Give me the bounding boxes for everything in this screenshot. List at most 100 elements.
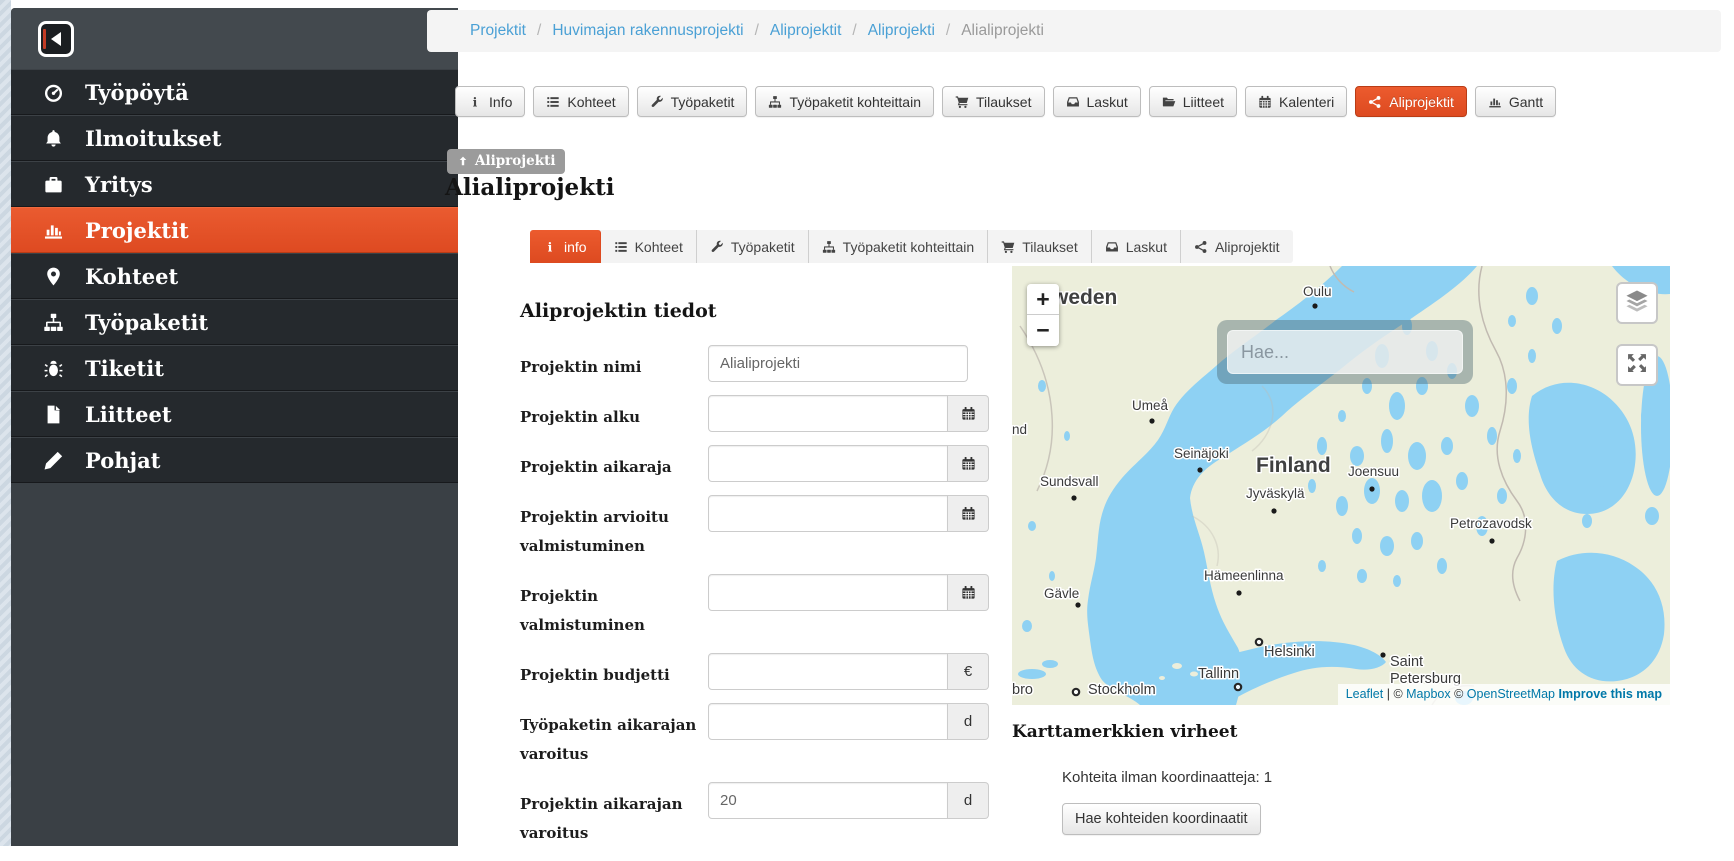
sidebar-item-projektit[interactable]: Projektit bbox=[11, 207, 458, 253]
field-group: d bbox=[708, 782, 989, 848]
label: Työpaketit kohteittain bbox=[843, 239, 975, 255]
field-label: Työpaketin aikarajan varoitus bbox=[520, 703, 708, 769]
label: Kohteet bbox=[567, 94, 615, 110]
breadcrumb-link-projektit[interactable]: Projektit bbox=[470, 22, 526, 40]
toolbar-button-gantt[interactable]: Gantt bbox=[1475, 86, 1556, 117]
tab-aliprojektit[interactable]: Aliprojektit bbox=[1181, 230, 1293, 263]
map-dot-jyv-skyl bbox=[1271, 508, 1276, 513]
zoom-in-button[interactable]: + bbox=[1027, 284, 1059, 315]
field-input-projektin-budjetti[interactable] bbox=[708, 653, 948, 690]
collapse-sidebar-button[interactable] bbox=[38, 21, 74, 57]
map-attribution: Leaflet | © Mapbox © OpenStreetMap Impro… bbox=[1338, 684, 1670, 705]
map-dot-sundsvall bbox=[1071, 495, 1076, 500]
map-dot-petrozavodsk bbox=[1489, 538, 1494, 543]
field-group bbox=[708, 495, 989, 561]
sidebar-item-ty-paketit[interactable]: Työpaketit bbox=[11, 299, 458, 345]
breadcrumb-link-aliprojektit[interactable]: Aliprojektit bbox=[770, 22, 842, 40]
bell-icon bbox=[38, 127, 68, 149]
fetch-coordinates-button[interactable]: Hae kohteiden koordinaatit bbox=[1062, 803, 1261, 835]
toolbar-button-kalenteri[interactable]: Kalenteri bbox=[1245, 86, 1347, 117]
attribution-link-improve-this-map[interactable]: Improve this map bbox=[1559, 687, 1663, 701]
label: Kalenteri bbox=[1279, 94, 1334, 110]
toolbar-button-ty-paketit[interactable]: Työpaketit bbox=[637, 86, 748, 117]
attribution-link-leaflet[interactable]: Leaflet bbox=[1346, 687, 1384, 701]
sidebar-item-yritys[interactable]: Yritys bbox=[11, 161, 458, 207]
field-label: Projektin valmistuminen bbox=[520, 574, 708, 640]
form-row-projektin-aikaraja: Projektin aikaraja bbox=[520, 445, 1012, 482]
svg-text:i: i bbox=[548, 240, 553, 254]
project-toolbar: iInfo Kohteet TyöpaketitTyöpaketit kohteit… bbox=[455, 86, 1556, 117]
unit-addon: € bbox=[948, 653, 989, 690]
list-icon bbox=[546, 95, 560, 109]
field-label: Projektin nimi bbox=[520, 345, 708, 382]
toolbar-button-aliprojektit[interactable]: Aliprojektit bbox=[1355, 86, 1467, 117]
field-label: Projektin alku bbox=[520, 395, 708, 432]
field-input-projektin-valmistuminen[interactable] bbox=[708, 574, 948, 611]
gantt-icon bbox=[1488, 95, 1502, 109]
map[interactable]: SwedenFinlandOuluUmeåSundsvallGävleSeinä… bbox=[1012, 266, 1670, 705]
tab-ty-paketit[interactable]: Työpaketit bbox=[697, 230, 809, 263]
map-label-g-vle: Gävle bbox=[1044, 586, 1079, 601]
calendar-icon bbox=[948, 495, 989, 532]
unit-addon: d bbox=[948, 782, 989, 819]
sidebar-item-liitteet[interactable]: Liitteet bbox=[11, 391, 458, 437]
sidebar-item-pohjat[interactable]: Pohjat bbox=[11, 437, 458, 483]
breadcrumb-link-aliprojekti[interactable]: Aliprojekti bbox=[868, 22, 935, 40]
map-dot-ume bbox=[1149, 418, 1154, 423]
parent-project-link[interactable]: Aliprojekti bbox=[447, 149, 565, 174]
map-label-h-meenlinna: Hämeenlinna bbox=[1204, 568, 1284, 583]
field-input-projektin-aikarajan-varoitus[interactable] bbox=[708, 782, 948, 819]
label: Laskut bbox=[1126, 239, 1167, 255]
tab-laskut[interactable]: Laskut bbox=[1092, 230, 1181, 263]
cart-icon bbox=[955, 95, 969, 109]
field-input-projektin-nimi[interactable] bbox=[708, 345, 968, 382]
tab-ty-paketit-kohteittain[interactable]: Työpaketit kohteittain bbox=[809, 230, 989, 263]
breadcrumb-link-huvimajan-rakennusprojekti[interactable]: Huvimajan rakennusprojekti bbox=[552, 22, 743, 40]
map-label-ume: Umeå bbox=[1132, 398, 1169, 413]
zoom-out-button[interactable]: − bbox=[1027, 315, 1059, 346]
field-input-projektin-arvioitu-valmistuminen[interactable] bbox=[708, 495, 948, 532]
sidebar-item-kohteet[interactable]: Kohteet bbox=[11, 253, 458, 299]
breadcrumb-separator: / bbox=[852, 22, 856, 40]
layers-control-button[interactable] bbox=[1616, 282, 1658, 324]
toolbar-button-liitteet[interactable]: Liitteet bbox=[1149, 86, 1237, 117]
page-title: Alialiprojekti bbox=[445, 174, 615, 201]
label: Liitteet bbox=[1183, 94, 1224, 110]
tab-info[interactable]: iinfo bbox=[530, 230, 601, 263]
form-row-ty-paketin-aikarajan-varoitus: Työpaketin aikarajan varoitusd bbox=[520, 703, 1012, 769]
sidebar-item-tiketit[interactable]: Tiketit bbox=[11, 345, 458, 391]
sidebar-header bbox=[11, 8, 458, 69]
map-search-input[interactable] bbox=[1227, 330, 1463, 374]
map-ring-helsinki bbox=[1256, 639, 1262, 645]
breadcrumb-separator: / bbox=[946, 22, 950, 40]
subprojects-icon bbox=[1194, 240, 1208, 254]
label: Info bbox=[489, 94, 512, 110]
map-label-jyv-skyl: Jyväskylä bbox=[1246, 486, 1305, 501]
map-errors-section: Karttamerkkien virheet Kohteita ilman ko… bbox=[1012, 722, 1670, 835]
attribution-link-openstreetmap[interactable]: OpenStreetMap bbox=[1467, 687, 1555, 701]
form-row-projektin-budjetti: Projektin budjetti€ bbox=[520, 653, 1012, 690]
map-dot-oulu bbox=[1312, 303, 1317, 308]
toolbar-button-laskut[interactable]: Laskut bbox=[1053, 86, 1141, 117]
back-arrow-icon bbox=[44, 32, 61, 46]
toolbar-button-ty-paketit-kohteittain[interactable]: Työpaketit kohteittain bbox=[755, 86, 934, 117]
map-label-joensuu: Joensuu bbox=[1348, 464, 1399, 479]
sidebar-item-ilmoitukset[interactable]: Ilmoitukset bbox=[11, 115, 458, 161]
tab-kohteet[interactable]: Kohteet bbox=[601, 230, 697, 263]
toolbar-button-tilaukset[interactable]: Tilaukset bbox=[942, 86, 1045, 117]
toolbar-button-info[interactable]: iInfo bbox=[455, 86, 525, 117]
field-input-projektin-aikaraja[interactable] bbox=[708, 445, 948, 482]
tab-tilaukset[interactable]: Tilaukset bbox=[988, 230, 1092, 263]
map-zoom-control: + − bbox=[1027, 284, 1059, 346]
toolbar-button-kohteet[interactable]: Kohteet bbox=[533, 86, 628, 117]
sidebar-item-ty-p-yt[interactable]: Työpöytä bbox=[11, 69, 458, 115]
label: Laskut bbox=[1087, 94, 1128, 110]
calendar-icon bbox=[1258, 95, 1272, 109]
field-input-ty-paketin-aikarajan-varoitus[interactable] bbox=[708, 703, 948, 740]
breadcrumb-separator: / bbox=[537, 22, 541, 40]
attribution-link-mapbox[interactable]: Mapbox bbox=[1406, 687, 1450, 701]
parent-project-label: Aliprojekti bbox=[475, 153, 555, 169]
field-input-projektin-alku[interactable] bbox=[708, 395, 948, 432]
label: Aliprojektit bbox=[1389, 94, 1454, 110]
fullscreen-button[interactable] bbox=[1616, 344, 1658, 386]
